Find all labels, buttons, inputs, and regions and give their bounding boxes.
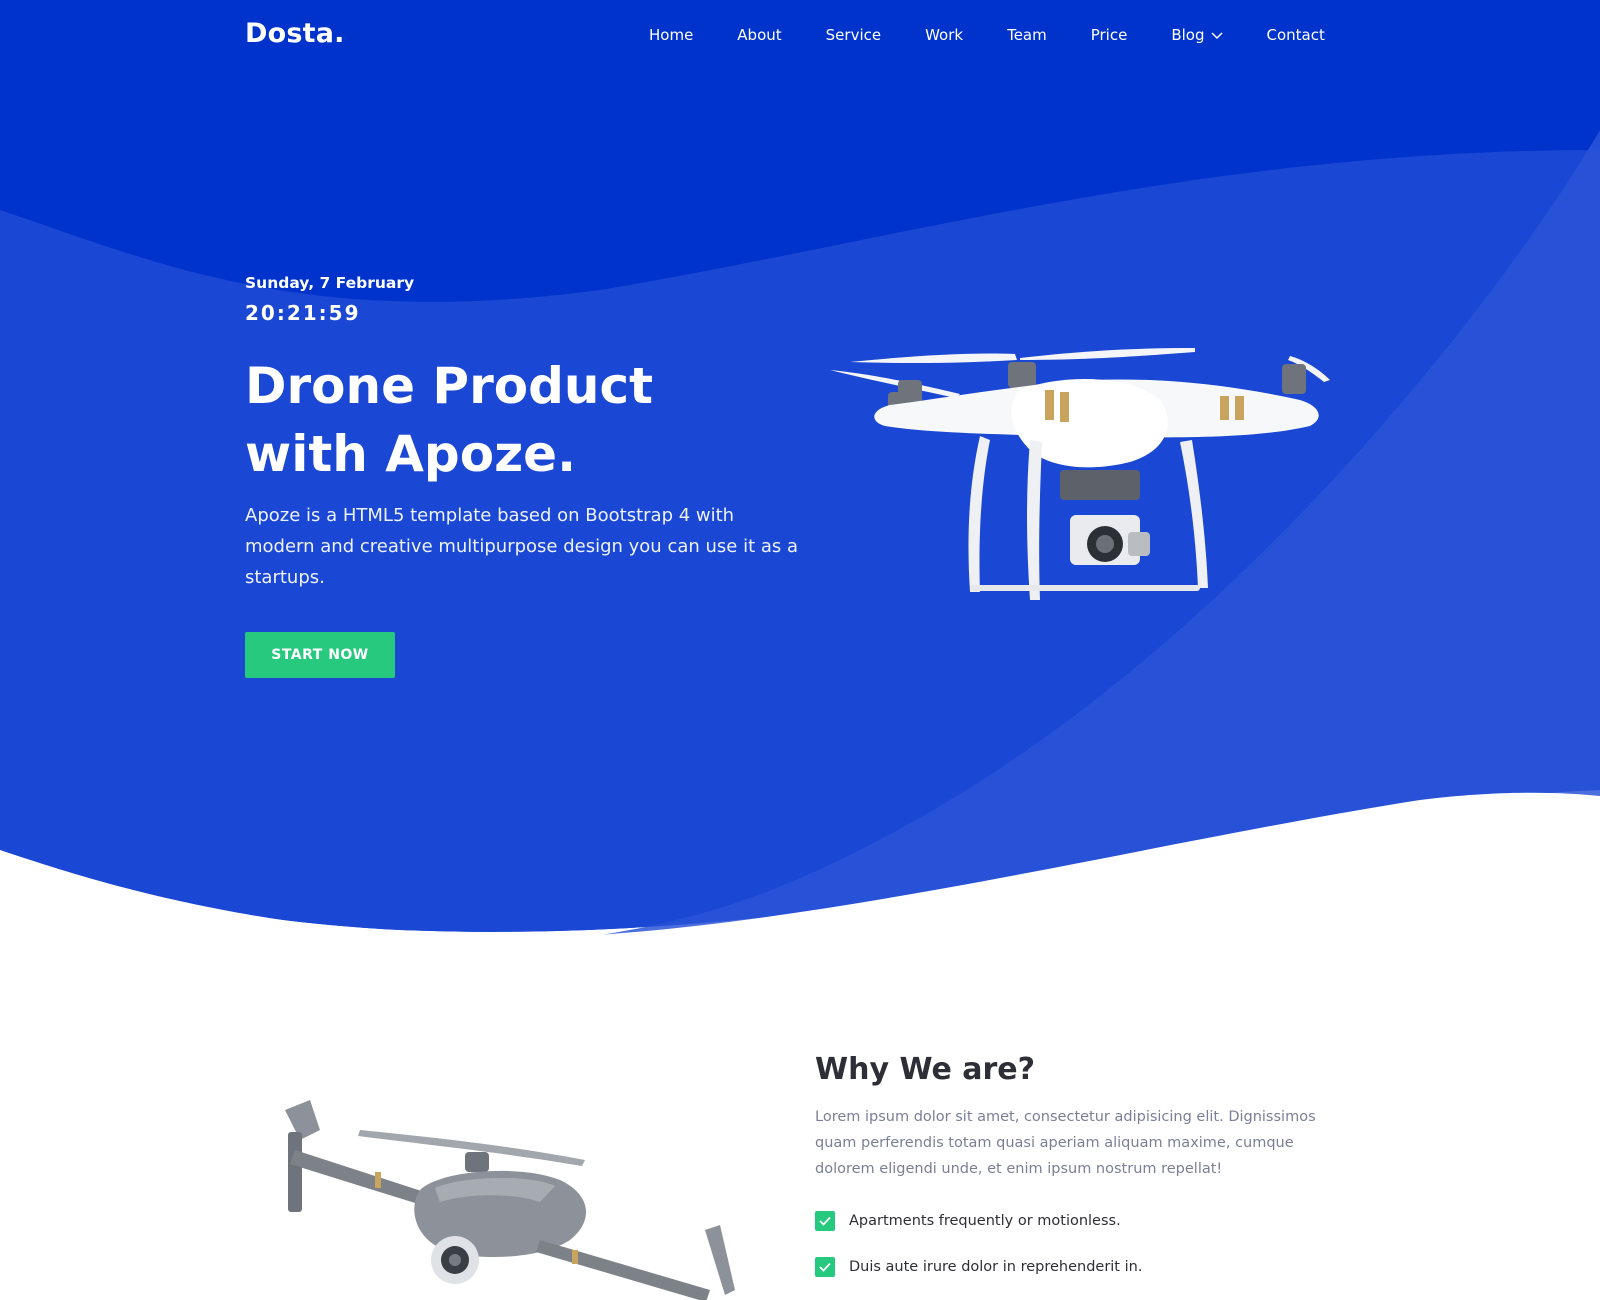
nav-about[interactable]: About	[737, 24, 781, 46]
nav-contact[interactable]: Contact	[1267, 24, 1325, 46]
start-now-button[interactable]: START NOW	[245, 632, 395, 678]
nav-service[interactable]: Service	[826, 24, 881, 46]
why-drone-image	[240, 1090, 760, 1300]
hero-date: Sunday, 7 February	[245, 274, 415, 292]
nav-blog-label: Blog	[1171, 26, 1205, 44]
checklist-text: Duis aute irure dolor in reprehenderit i…	[849, 1259, 1143, 1275]
nav-home[interactable]: Home	[649, 24, 693, 46]
chevron-down-icon	[1210, 26, 1223, 44]
nav-blog[interactable]: Blog	[1171, 24, 1223, 46]
hero-title-line2: with Apoze.	[245, 425, 577, 483]
hero-clock: 20:21:59	[245, 301, 361, 325]
hero-drone-image	[830, 330, 1350, 634]
hero-description: Apoze is a HTML5 template based on Boots…	[245, 505, 799, 588]
top-navbar: Dosta. Home About Service Work Team Pric…	[0, 0, 1600, 72]
hero-title-line1: Drone Product	[245, 357, 654, 415]
main-menu: Home About Service Work Team Price Blog …	[649, 24, 1325, 46]
site-logo[interactable]: Dosta.	[245, 18, 345, 49]
nav-team[interactable]: Team	[1007, 24, 1047, 46]
nav-work[interactable]: Work	[925, 24, 963, 46]
checkmark-icon	[815, 1211, 835, 1231]
why-title: Why We are?	[815, 1052, 1036, 1087]
checkmark-icon	[815, 1257, 835, 1277]
checklist-item: Apartments frequently or motionless.	[815, 1211, 1121, 1231]
hero-title: Drone Product with Apoze.	[245, 352, 805, 488]
why-description: Lorem ipsum dolor sit amet, consectetur …	[815, 1109, 1316, 1177]
checklist-item: Duis aute irure dolor in reprehenderit i…	[815, 1257, 1142, 1277]
checklist-text: Apartments frequently or motionless.	[849, 1213, 1121, 1229]
nav-price[interactable]: Price	[1091, 24, 1128, 46]
